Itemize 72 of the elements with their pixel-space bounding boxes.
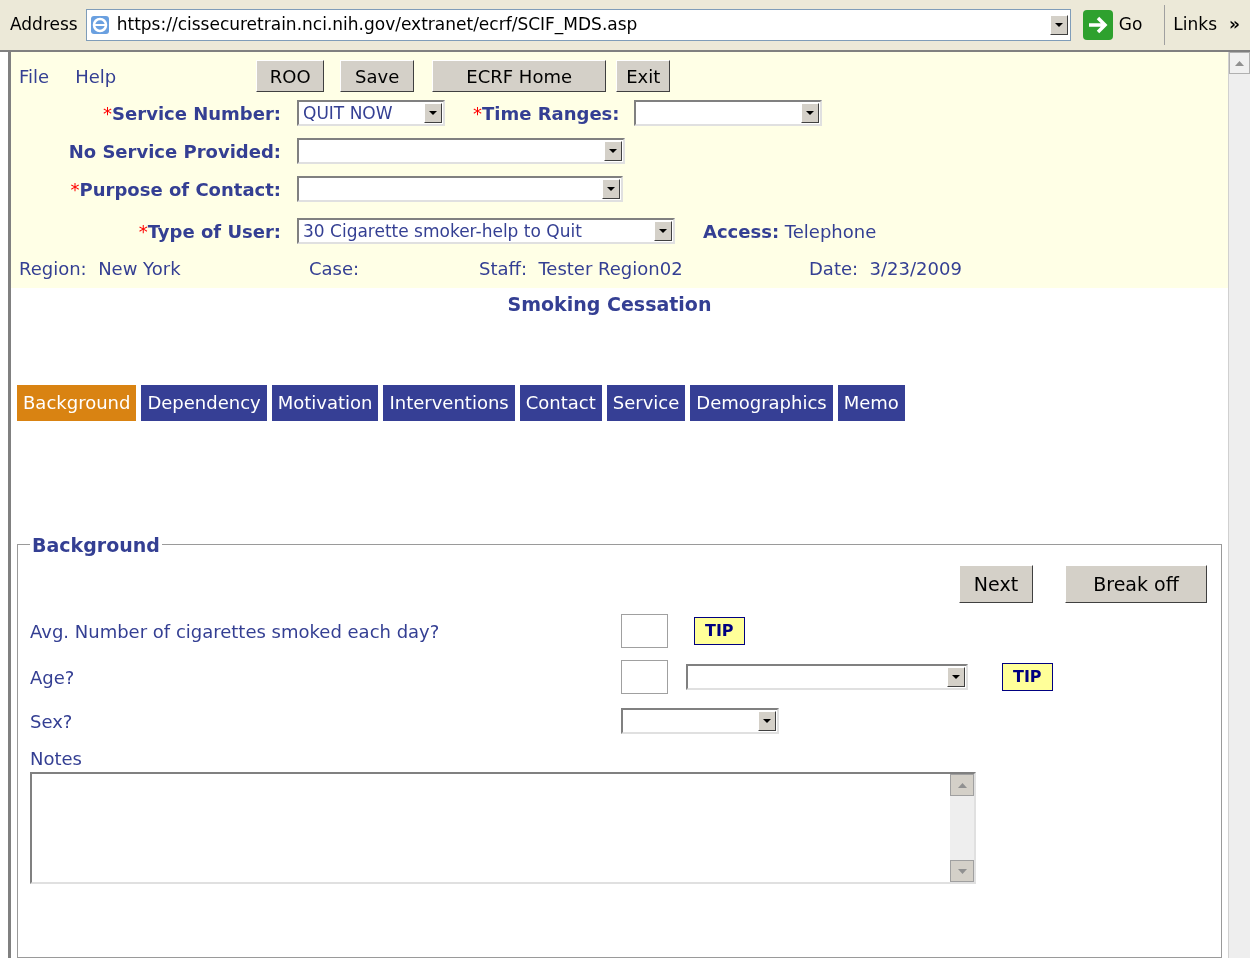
page-scrollbar[interactable]	[1228, 52, 1250, 958]
section-legend: Background	[30, 530, 162, 559]
toolbar-button[interactable]: Exit	[616, 60, 671, 92]
question-label: Sex?	[30, 709, 74, 734]
info-text: Date: 3/23/2009	[809, 256, 963, 281]
select-field[interactable]	[633, 100, 822, 126]
links-label[interactable]: Links	[1173, 12, 1217, 38]
caret-icon	[429, 111, 437, 115]
question-label: Age?	[30, 665, 76, 690]
tip-badge[interactable]: TIP	[694, 617, 745, 645]
number-field[interactable]	[621, 660, 668, 694]
select-field[interactable]	[686, 664, 968, 690]
field-label: *Time Ranges:	[473, 101, 620, 126]
tab[interactable]: Interventions	[383, 384, 515, 421]
up-arrow-icon	[1235, 60, 1244, 66]
tab[interactable]: Contact	[519, 384, 602, 421]
more-button[interactable]: »	[1229, 12, 1240, 38]
field-label: *Service Number:	[102, 101, 281, 126]
toolbar-button[interactable]: Save	[340, 60, 415, 92]
toolbar-button[interactable]: ECRF Home	[432, 60, 607, 92]
scroll-up-button[interactable]	[1229, 52, 1250, 74]
scroll-down-button[interactable]	[950, 860, 974, 882]
caret-icon	[659, 229, 667, 233]
notes-field[interactable]	[30, 772, 976, 884]
select-field[interactable]: QUIT NOW	[297, 100, 445, 126]
tab[interactable]: Service	[606, 384, 686, 421]
caret-icon	[763, 719, 771, 723]
caret-icon	[1054, 23, 1063, 27]
dropdown-button[interactable]	[1049, 15, 1068, 35]
dropdown-button[interactable]	[654, 221, 672, 241]
notes-label: Notes	[30, 748, 82, 769]
dropdown-button[interactable]	[758, 711, 776, 731]
number-field[interactable]	[621, 614, 668, 648]
question-label: Avg. Number of cigarettes smoked each day?	[30, 619, 441, 644]
menu-item[interactable]: Help	[75, 62, 117, 90]
menu-item[interactable]: File	[19, 62, 50, 90]
select-field[interactable]	[297, 176, 623, 202]
browser-icon	[88, 14, 111, 36]
select-field[interactable]: 30 Cigarette smoker-help to Quit	[297, 218, 675, 244]
access-text: Access: Telephone	[703, 219, 877, 244]
url-field[interactable]: https://cissecuretrain.nci.nih.gov/extranet/ecrf/SCIF_MDS.asp	[85, 9, 1071, 41]
caret-icon	[609, 149, 617, 153]
tab[interactable]: Demographics	[690, 384, 833, 421]
tab[interactable]: Motivation	[271, 384, 379, 421]
action-button[interactable]: Break off	[1065, 565, 1207, 603]
field-label: *Purpose of Contact:	[69, 177, 281, 202]
dropdown-button[interactable]	[602, 179, 620, 199]
address-label: Address	[10, 13, 78, 37]
field-label: *Type of User:	[137, 219, 281, 244]
action-button[interactable]: Next	[959, 565, 1033, 603]
dropdown-button[interactable]	[424, 103, 442, 123]
field-label: No Service Provided:	[67, 139, 281, 164]
caret-icon	[952, 675, 960, 679]
tip-badge[interactable]: TIP	[1002, 663, 1053, 691]
page-title: Smoking Cessation	[507, 292, 712, 317]
caret-icon	[805, 111, 814, 115]
scroll-up-button[interactable]	[950, 774, 974, 796]
dropdown-button[interactable]	[947, 667, 965, 687]
dropdown-button[interactable]	[800, 103, 819, 123]
select-field[interactable]	[297, 138, 625, 164]
tab[interactable]: Dependency	[141, 384, 267, 421]
dropdown-button[interactable]	[604, 141, 622, 161]
down-arrow-icon	[957, 868, 967, 874]
caret-icon	[607, 187, 615, 191]
up-arrow-icon	[957, 782, 967, 788]
info-text: Case:	[309, 256, 361, 281]
select-field[interactable]	[621, 708, 779, 734]
info-text: Region: New York	[19, 256, 182, 281]
toolbar-button[interactable]: ROO	[256, 60, 325, 92]
go-button[interactable]: Go	[1082, 10, 1143, 40]
tab[interactable]: Memo	[837, 384, 905, 421]
info-text: Staff: Tester Region02	[479, 256, 684, 281]
